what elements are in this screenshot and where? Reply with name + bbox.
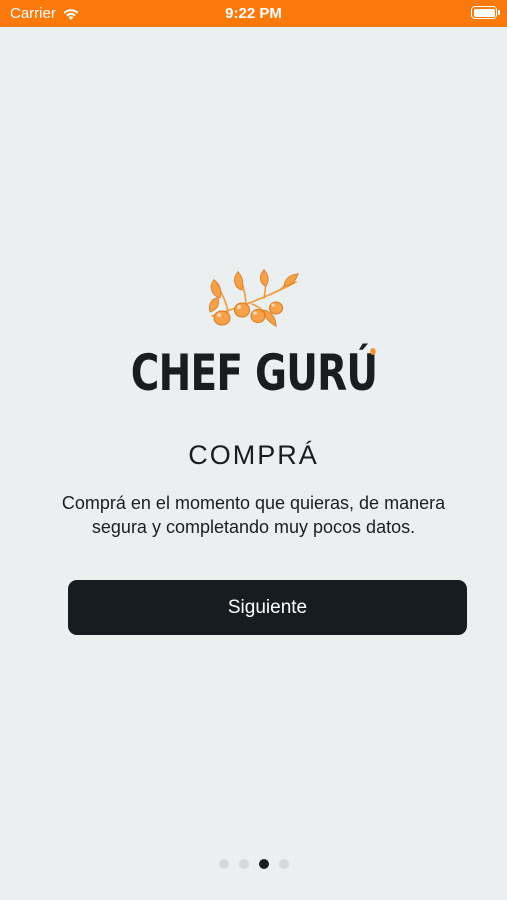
page-dot-2[interactable] xyxy=(238,859,249,869)
status-bar: Carrier 9:22 PM xyxy=(0,0,507,27)
battery-icon xyxy=(471,6,500,19)
page-title: COMPRÁ xyxy=(188,440,319,470)
page-indicator xyxy=(0,859,507,869)
page-dot-4[interactable] xyxy=(278,859,289,869)
brand-logo: CHEF GURÚ xyxy=(0,268,507,402)
next-button[interactable]: Siguiente xyxy=(68,580,467,635)
brand-wordmark: CHEF GURÚ xyxy=(130,344,377,402)
status-time: 9:22 PM xyxy=(225,5,282,22)
brand-accent-dot xyxy=(369,348,376,355)
page-dot-1[interactable] xyxy=(218,859,229,869)
page-description: Comprá en el momento que quieras, de man… xyxy=(61,493,446,537)
olive-branch-icon xyxy=(208,269,299,327)
page-dot-3[interactable] xyxy=(258,859,269,869)
status-right xyxy=(471,6,500,19)
